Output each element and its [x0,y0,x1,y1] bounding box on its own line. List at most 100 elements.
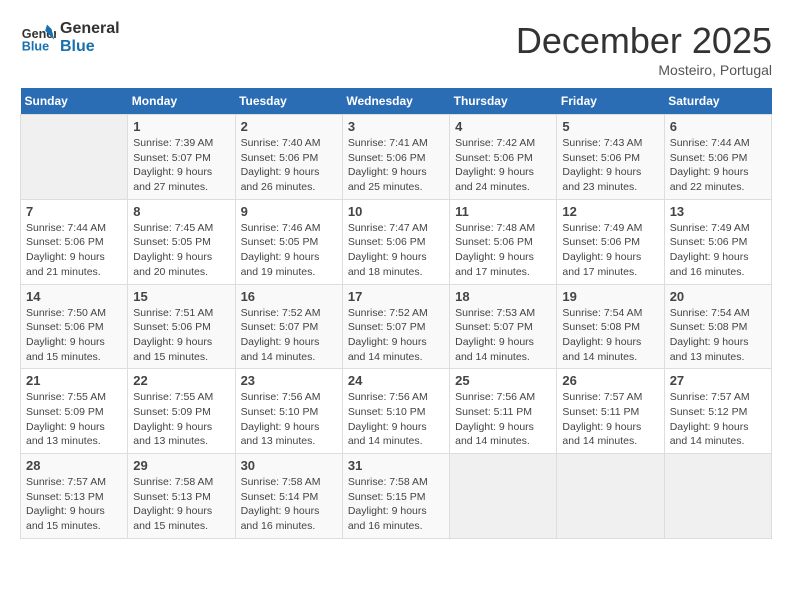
weekday-header-cell: Thursday [450,88,557,115]
calendar-cell: 27Sunrise: 7:57 AMSunset: 5:12 PMDayligh… [664,369,771,454]
day-info: Sunrise: 7:55 AMSunset: 5:09 PMDaylight:… [26,390,122,449]
day-number: 26 [562,373,658,388]
calendar-cell: 28 Sunrise: 7:57 AMSunset: 5:13 PMDayligh… [21,454,128,539]
day-info: Sunrise: 7:54 AMSunset: 5:08 PMDaylight:… [562,306,658,365]
logo-blue: Blue [60,38,120,56]
day-number: 1 [133,119,229,134]
calendar-cell: 25 Sunrise: 7:56 AMSunset: 5:11 PMDayligh… [450,369,557,454]
calendar-cell: 17 Sunrise: 7:52 AMSunset: 5:07 PMDayligh… [342,284,449,369]
day-number: 16 [241,289,337,304]
calendar-cell: 29 Sunrise: 7:58 AMSunset: 5:13 PMDayligh… [128,454,235,539]
day-number: 5 [562,119,658,134]
day-number: 13 [670,204,766,219]
calendar-cell: 30 Sunrise: 7:58 AMSunset: 5:14 PMDayligh… [235,454,342,539]
day-info: Sunrise: 7:56 AMSunset: 5:10 PMDaylight:… [348,390,444,449]
day-info: Sunrise: 7:58 AMSunset: 5:15 PMDaylight:… [348,475,444,534]
day-info: Sunrise: 7:42 AMSunset: 5:06 PMDaylight:… [455,136,551,195]
calendar-cell: 1 Sunrise: 7:39 AMSunset: 5:07 PMDaylight… [128,115,235,200]
calendar-cell: 21 Sunrise: 7:55 AMSunset: 5:09 PMDayligh… [21,369,128,454]
svg-text:Blue: Blue [22,40,49,54]
day-info: Sunrise: 7:51 AMSunset: 5:06 PMDaylight:… [133,306,229,365]
calendar-cell: 2 Sunrise: 7:40 AMSunset: 5:06 PMDaylight… [235,115,342,200]
calendar-cell: 22 Sunrise: 7:55 AMSunset: 5:09 PMDayligh… [128,369,235,454]
calendar-week-row: 1 Sunrise: 7:39 AMSunset: 5:07 PMDaylight… [21,115,772,200]
day-number: 24 [348,373,444,388]
location-subtitle: Mosteiro, Portugal [516,62,772,78]
day-number: 12 [562,204,658,219]
calendar-cell: 6 Sunrise: 7:44 AMSunset: 5:06 PMDaylight… [664,115,771,200]
day-number: 9 [241,204,337,219]
day-number: 21 [26,373,122,388]
calendar-cell: 23Sunrise: 7:56 AMSunset: 5:10 PMDayligh… [235,369,342,454]
day-info: Sunrise: 7:53 AMSunset: 5:07 PMDaylight:… [455,306,551,365]
day-number: 3 [348,119,444,134]
calendar-cell: 19Sunrise: 7:54 AMSunset: 5:08 PMDayligh… [557,284,664,369]
weekday-header-cell: Friday [557,88,664,115]
day-number: 29 [133,458,229,473]
day-info: Sunrise: 7:56 AMSunset: 5:11 PMDaylight:… [455,390,551,449]
day-info: Sunrise: 7:58 AMSunset: 5:14 PMDaylight:… [241,475,337,534]
day-info: Sunrise: 7:47 AMSunset: 5:06 PMDaylight:… [348,221,444,280]
calendar-week-row: 14Sunrise: 7:50 AMSunset: 5:06 PMDayligh… [21,284,772,369]
title-block: December 2025 Mosteiro, Portugal [516,20,772,78]
day-info: Sunrise: 7:58 AMSunset: 5:13 PMDaylight:… [133,475,229,534]
day-info: Sunrise: 7:49 AMSunset: 5:06 PMDaylight:… [562,221,658,280]
logo: General Blue General Blue [20,20,120,56]
day-info: Sunrise: 7:46 AMSunset: 5:05 PMDaylight:… [241,221,337,280]
day-info: Sunrise: 7:57 AMSunset: 5:12 PMDaylight:… [670,390,766,449]
day-info: Sunrise: 7:39 AMSunset: 5:07 PMDaylight:… [133,136,229,195]
calendar-cell: 13 Sunrise: 7:49 AMSunset: 5:06 PMDayligh… [664,199,771,284]
calendar-cell: 7Sunrise: 7:44 AMSunset: 5:06 PMDaylight… [21,199,128,284]
logo-general: General [60,20,120,38]
day-number: 18 [455,289,551,304]
calendar-cell: 16 Sunrise: 7:52 AMSunset: 5:07 PMDayligh… [235,284,342,369]
day-info: Sunrise: 7:57 AMSunset: 5:11 PMDaylight:… [562,390,658,449]
calendar-cell: 24 Sunrise: 7:56 AMSunset: 5:10 PMDayligh… [342,369,449,454]
day-info: Sunrise: 7:52 AMSunset: 5:07 PMDaylight:… [241,306,337,365]
day-number: 17 [348,289,444,304]
weekday-header-cell: Sunday [21,88,128,115]
page-header: General Blue General Blue December 2025 … [20,20,772,78]
day-info: Sunrise: 7:52 AMSunset: 5:07 PMDaylight:… [348,306,444,365]
day-number: 8 [133,204,229,219]
calendar-week-row: 28 Sunrise: 7:57 AMSunset: 5:13 PMDayligh… [21,454,772,539]
day-info: Sunrise: 7:57 AMSunset: 5:13 PMDaylight:… [26,475,122,534]
day-number: 28 [26,458,122,473]
day-number: 22 [133,373,229,388]
day-info: Sunrise: 7:55 AMSunset: 5:09 PMDaylight:… [133,390,229,449]
day-number: 2 [241,119,337,134]
calendar-cell: 5 Sunrise: 7:43 AMSunset: 5:06 PMDaylight… [557,115,664,200]
calendar-cell: 8 Sunrise: 7:45 AMSunset: 5:05 PMDaylight… [128,199,235,284]
weekday-header-cell: Tuesday [235,88,342,115]
month-title: December 2025 [516,20,772,62]
day-info: Sunrise: 7:44 AMSunset: 5:06 PMDaylight:… [670,136,766,195]
day-number: 25 [455,373,551,388]
calendar-cell: 18 Sunrise: 7:53 AMSunset: 5:07 PMDayligh… [450,284,557,369]
day-info: Sunrise: 7:40 AMSunset: 5:06 PMDaylight:… [241,136,337,195]
calendar-week-row: 7Sunrise: 7:44 AMSunset: 5:06 PMDaylight… [21,199,772,284]
day-number: 4 [455,119,551,134]
calendar-cell: 31 Sunrise: 7:58 AMSunset: 5:15 PMDayligh… [342,454,449,539]
day-info: Sunrise: 7:50 AMSunset: 5:06 PMDaylight:… [26,306,122,365]
day-info: Sunrise: 7:44 AMSunset: 5:06 PMDaylight:… [26,221,122,280]
day-info: Sunrise: 7:54 AMSunset: 5:08 PMDaylight:… [670,306,766,365]
weekday-header-cell: Monday [128,88,235,115]
day-info: Sunrise: 7:49 AMSunset: 5:06 PMDaylight:… [670,221,766,280]
day-number: 10 [348,204,444,219]
weekday-header-row: SundayMondayTuesdayWednesdayThursdayFrid… [21,88,772,115]
day-info: Sunrise: 7:41 AMSunset: 5:06 PMDaylight:… [348,136,444,195]
calendar-table: SundayMondayTuesdayWednesdayThursdayFrid… [20,88,772,539]
calendar-cell: 20Sunrise: 7:54 AMSunset: 5:08 PMDayligh… [664,284,771,369]
calendar-cell [450,454,557,539]
day-number: 31 [348,458,444,473]
weekday-header-cell: Saturday [664,88,771,115]
day-number: 30 [241,458,337,473]
day-info: Sunrise: 7:56 AMSunset: 5:10 PMDaylight:… [241,390,337,449]
calendar-cell: 11Sunrise: 7:48 AMSunset: 5:06 PMDayligh… [450,199,557,284]
calendar-cell: 15Sunrise: 7:51 AMSunset: 5:06 PMDayligh… [128,284,235,369]
day-info: Sunrise: 7:45 AMSunset: 5:05 PMDaylight:… [133,221,229,280]
day-number: 6 [670,119,766,134]
calendar-cell: 14Sunrise: 7:50 AMSunset: 5:06 PMDayligh… [21,284,128,369]
day-number: 11 [455,204,551,219]
day-info: Sunrise: 7:43 AMSunset: 5:06 PMDaylight:… [562,136,658,195]
